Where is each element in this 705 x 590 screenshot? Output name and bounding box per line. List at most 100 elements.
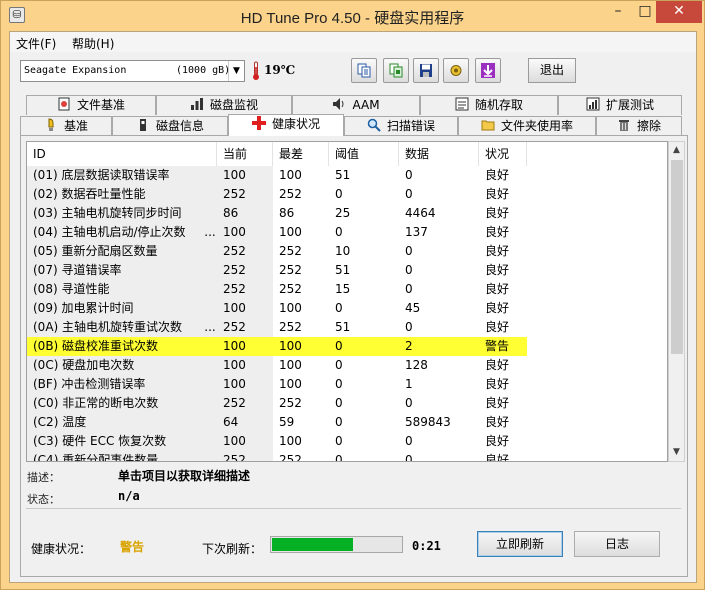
table-row[interactable]: (04) 主轴电机启动/停止次数 100 100 0 137 良好... [27,223,667,242]
tab-benchmark[interactable]: 基准 [20,116,112,136]
table-row[interactable]: (02) 数据吞吐量性能 252 252 0 0 良好 [27,185,667,204]
worst-value-cell: 252 [279,396,302,410]
scroll-up-icon[interactable]: ▲ [669,142,684,159]
table-row[interactable]: (0A) 主轴电机旋转重试次数 252 252 51 0 良好... [27,318,667,337]
current-value-cell: 86 [217,204,273,223]
status-cell: 良好 [485,320,510,334]
column-header-status[interactable]: 状况 [479,142,527,166]
tab-label: AAM [352,98,380,112]
tab-disk-info[interactable]: 磁盘信息 [112,116,228,136]
table-row[interactable]: (01) 底层数据读取错误率 100 100 51 0 良好 [27,166,667,185]
scrollbar-thumb[interactable] [671,160,683,354]
tab-label: 磁盘监视 [209,98,258,112]
column-header-id[interactable]: ID [27,142,217,166]
benchmark-icon [44,118,58,132]
tab-erase[interactable]: 擦除 [596,116,682,136]
raw-data-cell: 0 [405,453,413,462]
column-header-threshold[interactable]: 阈值 [329,142,399,166]
tab-aam[interactable]: AAM [292,95,420,115]
attribute-name-cell: (C3) 硬件 ECC 恢复次数 [27,432,217,451]
worst-value-cell: 100 [279,358,302,372]
progress-fill [272,538,353,551]
tab-random-access[interactable]: 随机存取 [420,95,558,115]
current-value-cell: 100 [217,223,273,242]
raw-data-cell: 0 [405,396,413,410]
status-cell: 良好 [485,453,510,462]
worst-value-cell: 252 [279,187,302,201]
worst-value-cell: 252 [279,263,302,277]
column-header-current[interactable]: 当前 [217,142,273,166]
close-button[interactable]: ✕ [656,1,702,23]
current-value-cell: 64 [217,413,273,432]
attribute-name-cell: (C4) 重新分配事件数量 [27,451,217,461]
menu-file[interactable]: 文件(F) [16,35,56,52]
column-header-worst[interactable]: 最差 [273,142,329,166]
tab-disk-monitor[interactable]: 磁盘监视 [156,95,292,115]
raw-data-cell: 0 [405,320,413,334]
toolbar: Seagate Expansion (1000 gB) ▼ 19℃ 退出 [10,52,696,90]
save-button[interactable] [413,58,439,83]
download-button[interactable] [475,58,501,83]
tab-scan-errors[interactable]: 扫描错误 [344,116,458,136]
tab-extra-tests[interactable]: 扩展测试 [558,95,682,115]
tab-row-top: 文件基准 磁盘监视 AAM 随机存取 扩展测试 [20,95,688,115]
status-cell: 良好 [485,206,510,220]
threshold-cell: 51 [335,168,351,182]
health-status-label: 健康状况： [31,542,92,556]
threshold-cell: 51 [335,263,351,277]
refresh-now-button[interactable]: 立即刷新 [477,531,563,557]
copy-screenshot-button[interactable] [383,58,409,83]
chevron-down-icon[interactable]: ▼ [228,61,244,81]
worst-value-cell: 100 [273,337,329,356]
title-bar[interactable]: ⛁ HD Tune Pro 4.50 - 硬盘实用程序 – □ ✕ [1,1,704,31]
table-row[interactable]: (C0) 非正常的断电次数 252 252 0 0 良好 [27,394,667,413]
vertical-scrollbar[interactable]: ▲ ▼ [668,141,685,462]
table-row[interactable]: (C2) 温度 64 59 0 589843 良好 [27,413,667,432]
options-button[interactable] [443,58,469,83]
table-row[interactable]: (C3) 硬件 ECC 恢复次数 100 100 0 0 良好 [27,432,667,451]
random-access-icon [455,97,469,111]
table-row[interactable]: (08) 寻道性能 252 252 15 0 良好 [27,280,667,299]
log-button[interactable]: 日志 [574,531,660,557]
threshold-cell: 0 [335,225,343,239]
current-value-cell: 100 [217,337,273,356]
tab-health[interactable]: 健康状况 [228,114,344,136]
table-row[interactable]: (05) 重新分配扇区数量 252 252 10 0 良好 [27,242,667,261]
tab-file-benchmark[interactable]: 文件基准 [26,95,156,115]
current-value-cell: 252 [217,280,273,299]
attribute-name-cell: (09) 加电累计时间 [27,299,217,318]
column-header-data[interactable]: 数据 [399,142,479,166]
menu-help[interactable]: 帮助(H) [72,35,114,52]
table-row[interactable]: (C4) 重新分配事件数量 252 252 0 0 良好 [27,451,667,462]
options-icon [449,63,463,78]
table-row[interactable]: (03) 主轴电机旋转同步时间 86 86 25 4464 良好 [27,204,667,223]
minimize-button[interactable]: – [603,1,633,23]
worst-value-cell: 59 [279,415,295,429]
table-row[interactable]: (09) 加电累计时间 100 100 0 45 良好 [27,299,667,318]
threshold-cell: 0 [335,396,343,410]
drive-capacity: (1000 gB) [176,65,231,76]
threshold-cell: 0 [335,301,343,315]
tab-folder-usage[interactable]: 文件夹使用率 [458,116,596,136]
attribute-name-cell: (0A) 主轴电机旋转重试次数 [27,318,217,337]
raw-data-cell: 4464 [405,206,436,220]
table-row[interactable]: (0B) 磁盘校准重试次数 100 100 0 2 警告 [27,337,667,356]
smart-table[interactable]: ID 当前 最差 阈值 数据 状况 (01) 底层数据读取错误率 100 100 51… [26,141,668,462]
attribute-name-cell: (0C) 硬盘加电次数 [27,356,217,375]
table-row[interactable]: (07) 寻道错误率 252 252 51 0 良好 [27,261,667,280]
exit-button[interactable]: 退出 [528,58,576,83]
next-refresh-label: 下次刷新： [202,542,263,556]
status-cell: 良好 [485,415,510,429]
status-cell: 良好 [485,282,510,296]
drive-select[interactable]: Seagate Expansion (1000 gB) ▼ [20,60,245,82]
menu-bar: 文件(F) 帮助(H) [10,32,696,52]
table-row[interactable]: (BF) 冲击检测错误率 100 100 0 1 良好 [27,375,667,394]
copy-text-button[interactable] [351,58,377,83]
table-row[interactable]: (0C) 硬盘加电次数 100 100 0 128 良好 [27,356,667,375]
disk-monitor-icon [190,97,204,111]
scroll-down-icon[interactable]: ▼ [669,444,684,461]
attribute-name-cell: (BF) 冲击检测错误率 [27,375,217,394]
threshold-cell: 0 [335,358,343,372]
raw-data-cell: 1 [405,377,413,391]
tab-label: 扫描错误 [386,119,435,133]
